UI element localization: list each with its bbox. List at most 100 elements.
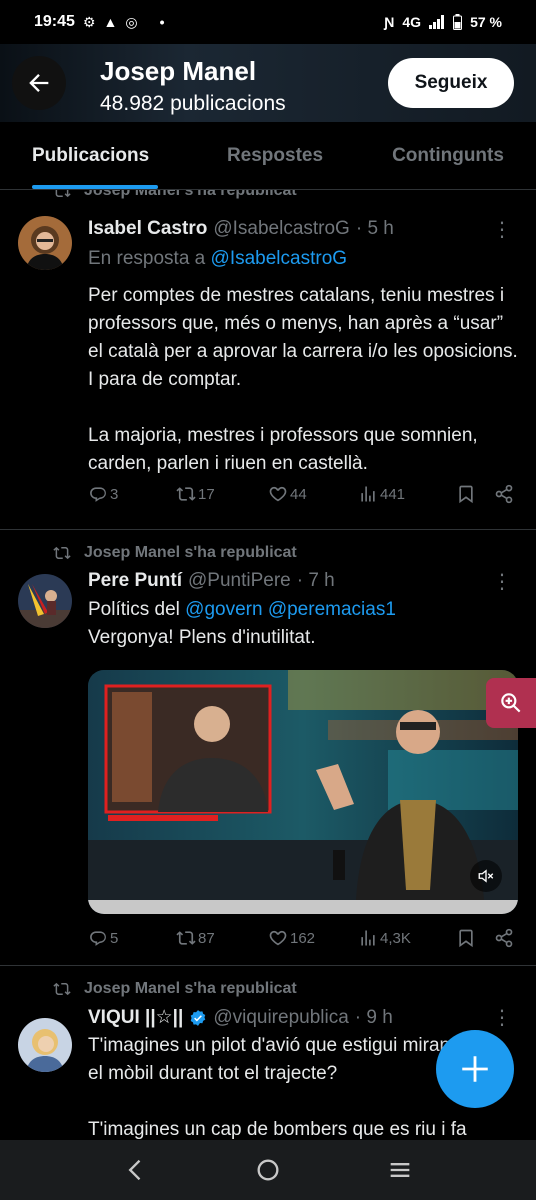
repost-count: 17 xyxy=(198,485,215,503)
avatar[interactable] xyxy=(18,216,72,270)
reply-context: En resposta a @IsabelcastroG xyxy=(88,248,347,270)
signal-icon xyxy=(429,15,445,29)
post-isabel-castro[interactable]: Josep Manel s'ha republicat Isabel Castr… xyxy=(0,190,536,530)
author-line: VIQUI ||☆|| @viquirepublica · 9 h xyxy=(88,1006,393,1029)
more-options-icon[interactable]: ⋮ xyxy=(492,572,512,592)
post-video[interactable] xyxy=(88,670,518,914)
reply-button[interactable]: 3 xyxy=(88,484,176,504)
author-handle[interactable]: @PuntiPere xyxy=(188,570,291,592)
repost-indicator: Josep Manel s'ha republicat xyxy=(52,980,297,998)
views-button[interactable]: 441 xyxy=(358,484,456,504)
battery-icon xyxy=(453,14,463,30)
post-text-line: T'imagines un cap de bombers que es riu … xyxy=(88,1119,467,1140)
post-count: 48.982 publicacions xyxy=(100,92,286,115)
bookmark-button[interactable] xyxy=(456,484,494,504)
share-icon xyxy=(495,484,513,504)
repost-icon xyxy=(176,931,196,945)
follow-button[interactable]: Segueix xyxy=(388,58,514,108)
compose-post-button[interactable] xyxy=(436,1030,514,1108)
network-label: 4G xyxy=(402,14,422,30)
reply-count: 3 xyxy=(110,485,119,503)
repost-icon xyxy=(176,487,196,501)
like-button[interactable]: 162 xyxy=(268,928,358,948)
repost-text: Josep Manel s'ha republicat xyxy=(84,544,297,561)
video-thumbnail xyxy=(88,670,518,914)
mute-button[interactable] xyxy=(470,860,502,892)
author-handle[interactable]: @viquirepublica xyxy=(213,1007,348,1029)
more-options-icon[interactable]: ⋮ xyxy=(492,220,512,240)
view-count: 4,3K xyxy=(380,929,411,947)
verified-badge-icon xyxy=(191,1009,206,1026)
views-chart-icon xyxy=(361,486,375,502)
status-bar: 19:45 ⚙ ▲ ◎ • Ɲ 4G 57 % xyxy=(0,0,536,44)
author-line: Pere Puntí @PuntiPere · 7 h xyxy=(88,570,335,592)
post-text: Polítics del @govern @peremacias1 Vergon… xyxy=(88,596,518,652)
mention-peremacias[interactable]: @peremacias1 xyxy=(268,599,396,620)
post-time: · 7 h xyxy=(296,570,335,591)
repost-text: Josep Manel s'ha republicat xyxy=(84,980,297,997)
reply-icon xyxy=(90,487,106,502)
back-button[interactable] xyxy=(12,56,66,110)
author-name[interactable]: Pere Puntí xyxy=(88,570,182,592)
avatar[interactable] xyxy=(18,1018,72,1072)
post-time: · 9 h xyxy=(354,1006,393,1028)
speaker-muted-icon xyxy=(478,869,494,883)
share-button[interactable] xyxy=(494,928,514,948)
zoom-button[interactable] xyxy=(486,678,536,728)
profile-tabs: Publicacions Respostes Contingunts xyxy=(0,122,536,190)
reply-to-mention[interactable]: @IsabelcastroG xyxy=(211,248,348,269)
recents-menu-icon xyxy=(390,1163,410,1177)
mention-govern[interactable]: @govern xyxy=(185,599,262,620)
warning-icon: ▲ xyxy=(103,14,118,30)
like-count: 44 xyxy=(290,485,307,503)
tab-respostes[interactable]: Respostes xyxy=(190,122,360,189)
post-text-line: Vergonya! Plens d'inutilitat. xyxy=(88,627,316,648)
reply-button[interactable]: 5 xyxy=(88,928,176,948)
post-text-prefix: Polítics del xyxy=(88,599,180,620)
avatar-image xyxy=(18,216,72,270)
chevron-left-icon xyxy=(128,1159,141,1181)
post-pere-punti[interactable]: Josep Manel s'ha republicat Pere Puntí @… xyxy=(0,530,536,966)
bookmark-icon xyxy=(459,485,473,504)
author-handle[interactable]: @IsabelcastroG xyxy=(213,218,350,240)
more-options-icon[interactable]: ⋮ xyxy=(492,1008,512,1028)
heart-icon xyxy=(269,486,287,502)
repost-button[interactable]: 17 xyxy=(176,484,268,504)
repost-indicator: Josep Manel s'ha republicat xyxy=(52,544,297,562)
avatar-image xyxy=(18,574,72,628)
repost-icon xyxy=(53,982,71,996)
author-name[interactable]: Isabel Castro xyxy=(88,218,207,240)
bookmark-icon xyxy=(459,929,473,948)
repost-button[interactable]: 87 xyxy=(176,928,268,948)
bookmark-button[interactable] xyxy=(456,928,494,948)
home-circle-icon xyxy=(257,1159,279,1181)
post-actions: 5 87 162 4,3K xyxy=(88,928,516,948)
repost-text: Josep Manel s'ha republicat xyxy=(84,190,297,199)
reply-prefix: En resposta a xyxy=(88,248,206,269)
like-button[interactable]: 44 xyxy=(268,484,358,504)
reply-icon xyxy=(90,931,106,946)
views-button[interactable]: 4,3K xyxy=(358,928,456,948)
tab-publicacions[interactable]: Publicacions xyxy=(0,122,190,189)
avatar[interactable] xyxy=(18,574,72,628)
nav-home-button[interactable] xyxy=(243,1145,293,1195)
post-text: Per comptes de mestres catalans, teniu m… xyxy=(88,282,518,478)
nfc-icon: Ɲ xyxy=(384,14,395,30)
post-paragraph: Per comptes de mestres catalans, teniu m… xyxy=(88,285,518,390)
share-button[interactable] xyxy=(494,484,514,504)
system-nav-bar xyxy=(0,1140,536,1200)
nav-back-button[interactable] xyxy=(111,1145,161,1195)
repost-count: 87 xyxy=(198,929,215,947)
share-icon xyxy=(495,928,513,948)
zoom-in-icon xyxy=(501,693,521,713)
post-actions: 3 17 44 441 xyxy=(88,484,516,504)
dot-icon: • xyxy=(159,14,165,30)
like-count: 162 xyxy=(290,929,316,947)
views-chart-icon xyxy=(361,930,375,946)
tab-continguts[interactable]: Contingunts xyxy=(360,122,536,189)
author-name[interactable]: VIQUI ||☆|| xyxy=(88,1006,183,1029)
nav-recents-button[interactable] xyxy=(375,1145,425,1195)
avatar-image xyxy=(18,1018,72,1072)
repost-indicator: Josep Manel s'ha republicat xyxy=(52,190,297,200)
battery-level: 57 % xyxy=(470,14,502,30)
